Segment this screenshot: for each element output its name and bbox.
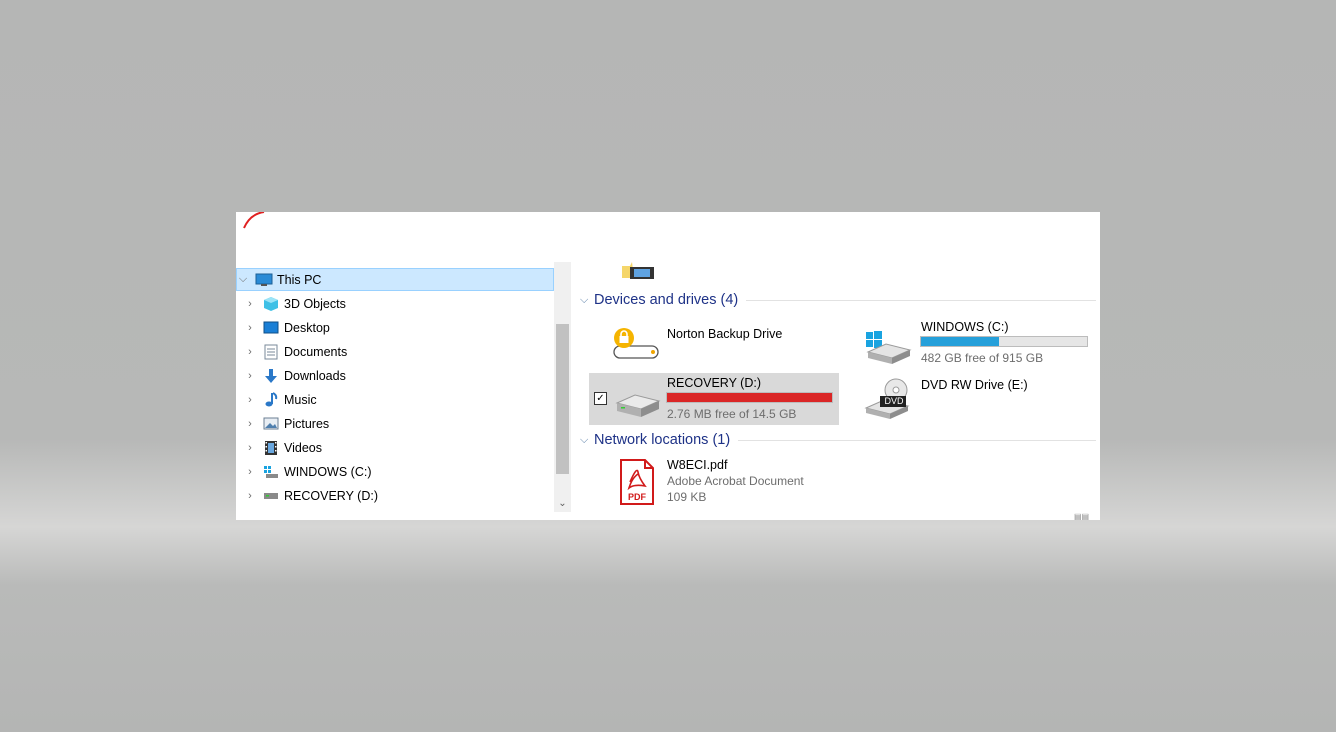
network-section-header[interactable]: ⌵ Network locations (1) [580, 432, 1096, 448]
videos-folder-icon [622, 262, 654, 279]
nav-item-pictures[interactable]: › Pictures [236, 412, 554, 435]
windows-drive-icon [262, 464, 280, 480]
nav-item-this-pc[interactable]: ⌵ This PC [236, 268, 554, 291]
cube-icon [262, 296, 280, 312]
drive-usage-fill [667, 393, 832, 402]
chevron-right-icon[interactable]: › [244, 298, 256, 310]
content-pane: ⌵ Devices and drives (4) Norton Backup D… [580, 252, 1100, 520]
drive-name: DVD RW Drive (E:) [921, 378, 1028, 392]
download-icon [262, 368, 280, 384]
drive-usage-fill [921, 337, 1000, 346]
devices-section-header[interactable]: ⌵ Devices and drives (4) [580, 292, 1096, 308]
chevron-right-icon[interactable]: › [244, 418, 256, 430]
drive-tile-norton[interactable]: Norton Backup Drive [610, 318, 850, 366]
selection-checkbox[interactable]: ✓ [594, 392, 607, 405]
nav-label: 3D Objects [284, 296, 346, 311]
drive-free-space: 2.76 MB free of 14.5 GB [667, 407, 797, 421]
chevron-right-icon[interactable]: › [244, 346, 256, 358]
nav-label: This PC [277, 272, 322, 287]
chevron-down-icon[interactable]: ⌵ [580, 434, 594, 447]
drive-name: WINDOWS (C:) [921, 320, 1009, 334]
drive-tile-recovery-d[interactable]: ✓ RECOVERY (D:) 2.76 MB free of 14.5 GB [589, 373, 839, 425]
picture-icon [262, 416, 280, 432]
nav-scrollbar[interactable]: ⌄ [554, 262, 571, 512]
computer-icon [255, 272, 273, 288]
nav-item-music[interactable]: › Music [236, 388, 554, 411]
section-title: Devices and drives (4) [594, 292, 739, 308]
drive-icon [262, 488, 280, 504]
nav-item-desktop[interactable]: › Desktop [236, 316, 554, 339]
nav-label: Downloads [284, 368, 346, 383]
nav-item-documents[interactable]: › Documents [236, 340, 554, 363]
chevron-right-icon[interactable]: › [244, 394, 256, 406]
section-divider [738, 439, 1096, 441]
section-title: Network locations (1) [594, 432, 731, 448]
chevron-right-icon[interactable]: › [244, 322, 256, 334]
scrollbar-thumb[interactable] [556, 324, 569, 474]
nav-label: Music [284, 392, 317, 407]
chevron-right-icon[interactable]: › [244, 490, 256, 502]
desktop-icon [262, 320, 280, 336]
document-icon [262, 344, 280, 360]
chevron-down-icon[interactable]: ⌵ [237, 273, 249, 286]
drive-usage-bar [920, 336, 1088, 347]
drive-name: Norton Backup Drive [667, 327, 783, 341]
drive-free-space: 482 GB free of 915 GB [921, 351, 1044, 365]
view-toggle-icon[interactable]: ▤▤ [1074, 512, 1089, 520]
nav-item-recovery-d[interactable]: › RECOVERY (D:) [236, 484, 554, 507]
nav-label: RECOVERY (D:) [284, 488, 379, 503]
file-size: 109 KB [667, 490, 707, 504]
drive-name: RECOVERY (D:) [667, 376, 762, 390]
section-divider [746, 299, 1096, 301]
chevron-right-icon[interactable]: › [244, 370, 256, 382]
nav-label: Documents [284, 344, 348, 359]
nav-label: Pictures [284, 416, 330, 431]
video-icon [262, 440, 280, 456]
file-explorer-window: ⌵ This PC › 3D Objects › Desktop › Docum… [236, 212, 1100, 520]
file-type: Adobe Acrobat Document [667, 474, 804, 488]
chevron-down-icon[interactable]: ⌵ [580, 294, 594, 307]
nav-item-videos[interactable]: › Videos [236, 436, 554, 459]
music-icon [262, 391, 280, 408]
windows-drive-icon [866, 331, 912, 364]
nav-label: Videos [284, 440, 322, 455]
drive-tile-dvd-e[interactable]: DVD DVD RW Drive (E:) [864, 376, 1100, 422]
drive-usage-bar [666, 392, 833, 403]
drive-tile-windows-c[interactable]: WINDOWS (C:) 482 GB free of 915 GB [864, 318, 1100, 370]
nav-item-windows-c[interactable]: › WINDOWS (C:) [236, 460, 554, 483]
norton-lock-icon [613, 328, 659, 359]
navigation-pane: ⌵ This PC › 3D Objects › Desktop › Docum… [236, 268, 554, 520]
file-name: W8ECI.pdf [667, 458, 728, 472]
file-tile-pdf[interactable]: PDF W8ECI.pdf Adobe Acrobat Document 109… [610, 456, 850, 512]
nav-item-3d-objects[interactable]: › 3D Objects [236, 292, 554, 315]
nav-item-downloads[interactable]: › Downloads [236, 364, 554, 387]
logo-arc-icon [243, 212, 265, 229]
pdf-badge: PDF [628, 492, 646, 502]
scroll-down-icon[interactable]: ⌄ [554, 495, 571, 512]
chevron-right-icon[interactable]: › [244, 466, 256, 478]
nav-label: WINDOWS (C:) [284, 464, 372, 479]
drive-icon [615, 394, 661, 417]
chevron-right-icon[interactable]: › [244, 442, 256, 454]
nav-label: Desktop [284, 320, 330, 335]
dvd-badge: DVD [884, 396, 904, 406]
